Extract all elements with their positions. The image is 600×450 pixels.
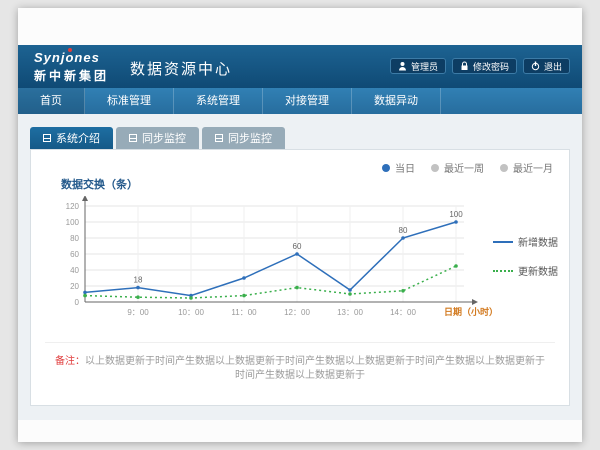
header-actions: 管理员 修改密码 退出 <box>390 58 570 74</box>
logout-button-label: 退出 <box>544 60 562 73</box>
svg-text:60: 60 <box>70 250 79 259</box>
svg-text:日期（小时）: 日期（小时） <box>444 306 498 317</box>
header: Synjones 新中新集团 数据资源中心 管理员 修改密码 <box>18 45 582 88</box>
svg-text:100: 100 <box>66 218 80 227</box>
series-item-update-data[interactable]: 更新数据 <box>493 263 558 278</box>
remark-label: 备注： <box>55 356 85 367</box>
logout-icon <box>531 61 540 71</box>
change-password-button[interactable]: 修改密码 <box>452 58 517 74</box>
legend-item-last-month-label: 最近一月 <box>513 160 553 175</box>
main-nav: 首页 标准管理 系统管理 对接管理 数据异动 <box>18 88 582 114</box>
svg-text:14：00: 14：00 <box>390 308 416 317</box>
y-axis-title: 数据交换（条） <box>61 176 138 192</box>
page-title: 数据资源中心 <box>130 58 232 79</box>
nav-item-data-change[interactable]: 数据异动 <box>352 88 441 114</box>
svg-text:10：00: 10：00 <box>178 308 204 317</box>
line-chart: 0 20 40 60 80 100 120 9：00 10：00 11：00 12：00 13：00 1… <box>45 196 500 331</box>
logo-primary: Synjones <box>34 50 109 65</box>
nav-item-standard-mgmt[interactable]: 标准管理 <box>85 88 174 114</box>
tab-system-intro[interactable]: 系统介绍 <box>30 127 113 149</box>
tab-system-intro-label: 系统介绍 <box>56 130 100 146</box>
svg-text:11：00: 11：00 <box>231 308 257 317</box>
svg-text:120: 120 <box>66 202 80 211</box>
legend-item-last-week[interactable]: 最近一周 <box>431 160 484 175</box>
legend-dot-icon <box>500 164 508 172</box>
logout-button[interactable]: 退出 <box>523 58 570 74</box>
nav-item-home[interactable]: 首页 <box>18 88 85 114</box>
chart-panel: 当日 最近一周 最近一月 数据交换（条） 0 20 40 60 80 100 120 9：00… <box>30 149 570 406</box>
nav-item-system-mgmt[interactable]: 系统管理 <box>174 88 263 114</box>
logo: Synjones 新中新集团 <box>34 50 109 84</box>
change-password-button-label: 修改密码 <box>473 60 509 73</box>
admin-button[interactable]: 管理员 <box>390 58 446 74</box>
logo-secondary: 新中新集团 <box>34 67 109 84</box>
solid-line-icon <box>493 241 513 243</box>
grid-icon <box>43 134 51 142</box>
svg-text:9：00: 9：00 <box>127 308 149 317</box>
dashed-line-icon <box>493 270 513 272</box>
remark-text: 以上数据更新于时间产生数据以上数据更新于时间产生数据以上数据更新于时间产生数据以… <box>85 356 545 381</box>
svg-text:80: 80 <box>399 226 408 235</box>
time-range-legend: 当日 最近一周 最近一月 <box>382 160 553 175</box>
legend-dot-icon <box>431 164 439 172</box>
grid-icon <box>129 134 137 142</box>
user-icon <box>398 61 407 71</box>
legend-item-last-month[interactable]: 最近一月 <box>500 160 553 175</box>
content-area: 系统介绍 同步监控 同步监控 当日 最近一周 <box>18 114 582 420</box>
series-legend: 新增数据 更新数据 <box>493 234 558 278</box>
remark: 备注：以上数据更新于时间产生数据以上数据更新于时间产生数据以上数据更新于时间产生… <box>51 355 549 383</box>
tab-sync-monitor-1-label: 同步监控 <box>142 130 186 146</box>
tab-bar: 系统介绍 同步监控 同步监控 <box>30 127 285 149</box>
series-item-new-data-label: 新增数据 <box>518 234 558 249</box>
legend-item-today-label: 当日 <box>395 160 415 175</box>
admin-button-label: 管理员 <box>411 60 438 73</box>
logo-red-dot-icon <box>68 48 72 52</box>
legend-dot-icon <box>382 164 390 172</box>
svg-text:13：00: 13：00 <box>337 308 363 317</box>
svg-text:80: 80 <box>70 234 79 243</box>
tab-sync-monitor-2-label: 同步监控 <box>228 130 272 146</box>
divider <box>45 342 555 343</box>
svg-text:12：00: 12：00 <box>284 308 310 317</box>
series-item-update-data-label: 更新数据 <box>518 263 558 278</box>
tab-sync-monitor-1[interactable]: 同步监控 <box>116 127 199 149</box>
lock-icon <box>460 61 469 71</box>
svg-text:0: 0 <box>75 298 80 307</box>
svg-text:18: 18 <box>134 276 143 285</box>
grid-icon <box>215 134 223 142</box>
svg-text:60: 60 <box>293 242 302 251</box>
svg-text:100: 100 <box>449 210 463 219</box>
svg-text:20: 20 <box>70 282 79 291</box>
nav-item-connect-mgmt[interactable]: 对接管理 <box>263 88 352 114</box>
legend-item-today[interactable]: 当日 <box>382 160 415 175</box>
legend-item-last-week-label: 最近一周 <box>444 160 484 175</box>
tab-sync-monitor-2[interactable]: 同步监控 <box>202 127 285 149</box>
series-item-new-data[interactable]: 新增数据 <box>493 234 558 249</box>
svg-text:40: 40 <box>70 266 79 275</box>
page: Synjones 新中新集团 数据资源中心 管理员 修改密码 <box>18 8 582 442</box>
